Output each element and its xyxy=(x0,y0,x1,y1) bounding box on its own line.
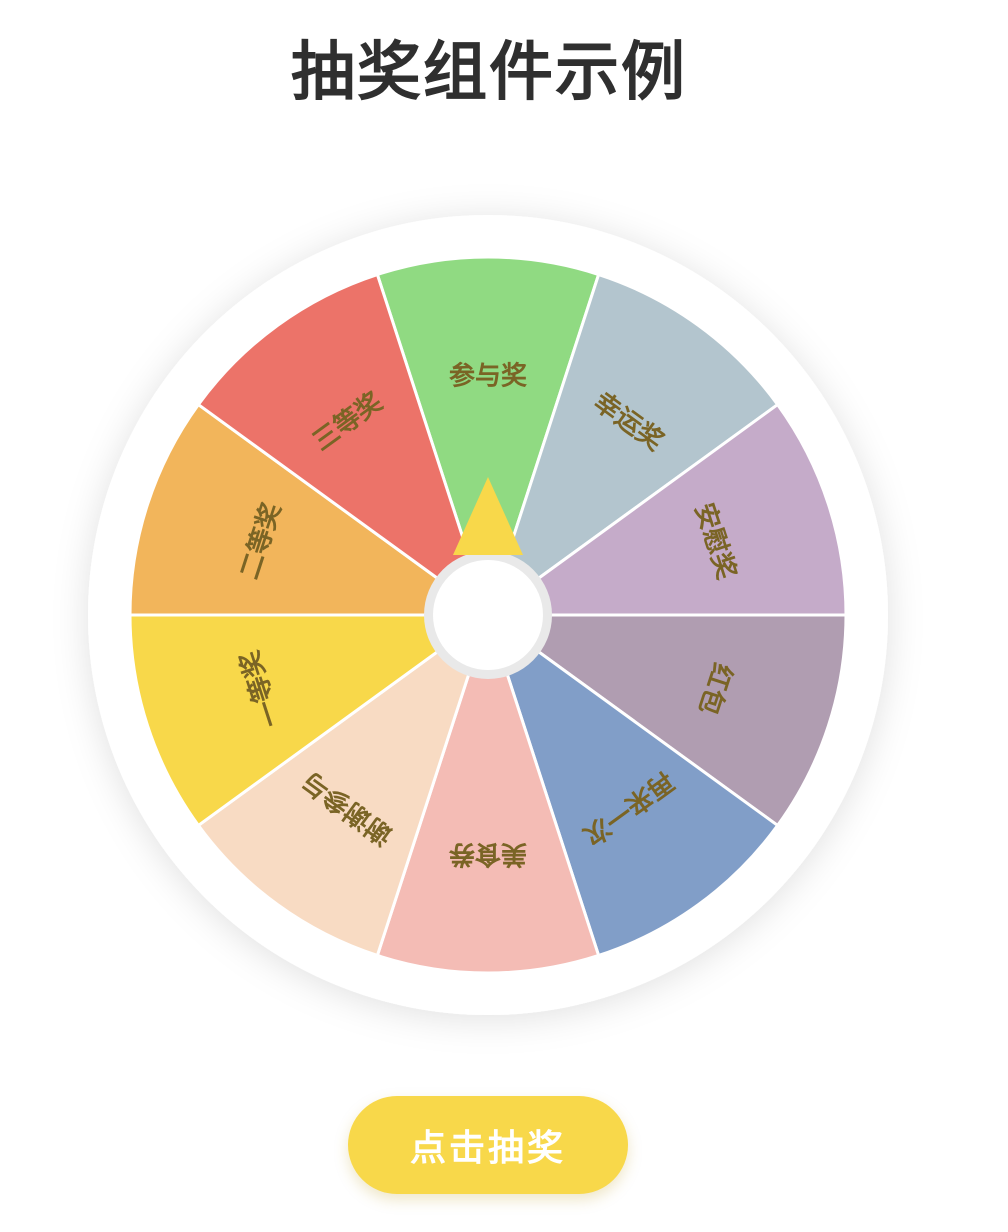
prize-wheel-graphic[interactable]: 参与奖幸运奖安慰奖红包再来一次美食券谢谢参与一等奖二等奖三等奖 xyxy=(88,215,888,1015)
prize-wheel[interactable]: 参与奖 幸运奖 安慰奖 红包 再来一次 美食券 谢谢参与 一等奖 二等奖 三等奖 xyxy=(88,215,888,1015)
wheel-segment-label: 美食券 xyxy=(448,839,527,870)
page-title: 抽奖组件示例 xyxy=(291,36,687,110)
spin-button[interactable]: 点击抽奖 xyxy=(348,1096,628,1194)
wheel-segment-label: 参与奖 xyxy=(449,361,528,392)
wheel-hub xyxy=(433,560,543,670)
